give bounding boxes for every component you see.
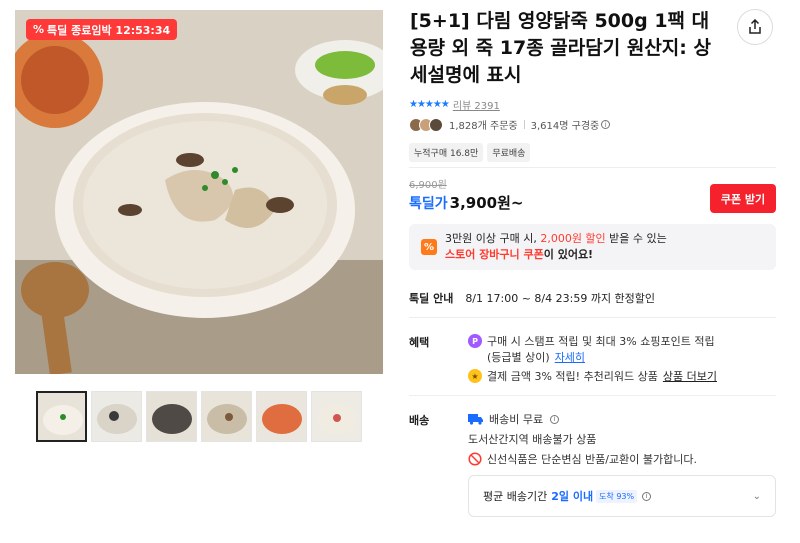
product-title: [5+1] 다림 영양닭죽 500g 1팩 대용량 외 죽 17종 골라담기 원… xyxy=(410,10,711,86)
divider xyxy=(409,395,776,396)
original-price: 6,900원 xyxy=(409,180,447,191)
benefit-grade-line: (등급별 상이) 자세히 xyxy=(487,349,586,365)
divider xyxy=(409,167,776,168)
product-chips: 누적구매 16.8만 무료배송 xyxy=(409,143,531,162)
delivery-rate-chip: 도착 93% xyxy=(596,489,638,503)
deal-timer-text: 특딜 종료임박 12:53:34 xyxy=(47,23,171,37)
deal-info-row: 톡딜 안내 8/1 17:00 ~ 8/4 23:59 까지 한정할인 xyxy=(409,290,655,306)
thumbnail-porridge-chicken[interactable] xyxy=(36,391,87,442)
store-coupon-banner[interactable]: % 3만원 이상 구매 시, 2,000원 할인 받을 수 있는 스토어 장바구… xyxy=(409,224,776,270)
more-products-link[interactable]: 상품 더보기 xyxy=(663,368,717,384)
share-button[interactable] xyxy=(737,9,773,45)
coupon-button[interactable]: 쿠폰 받기 xyxy=(710,184,776,213)
average-delivery-dropdown[interactable]: 평균 배송기간 2일 이내 도착 93% i ⌄ xyxy=(468,475,776,517)
chip-cumulative-purchases: 누적구매 16.8만 xyxy=(409,143,484,162)
chip-free-shipping: 무료배송 xyxy=(487,143,531,162)
order-count: 1,828개 주문중 xyxy=(449,121,518,132)
divider xyxy=(409,317,776,318)
thumbnail-porridge-abalone[interactable] xyxy=(311,391,362,442)
buyers-row: 1,828개 주문중 3,614명 구경중 i xyxy=(409,117,611,132)
benefits-label: 혜택 xyxy=(409,336,430,349)
divider xyxy=(523,120,525,129)
rating-row: ★★★★★ 리뷰 2391 xyxy=(409,97,500,112)
main-product-image[interactable]: % 특딜 종료임박 12:53:34 xyxy=(15,10,383,374)
shipping-label: 배송 xyxy=(409,414,430,427)
truck-icon xyxy=(468,414,483,425)
porridge-photo xyxy=(15,10,383,374)
prohibited-icon xyxy=(468,452,482,466)
deal-info-label: 톡딜 안내 xyxy=(409,292,454,305)
percent-icon: % xyxy=(33,23,45,36)
free-shipping-line: 배송비 무료 i xyxy=(468,411,560,427)
avatar xyxy=(429,117,443,132)
percent-icon: % xyxy=(421,239,437,255)
review-link[interactable]: 리뷰 2391 xyxy=(453,97,500,112)
sale-price-row: 톡딜가 3,900원~ xyxy=(409,192,523,213)
average-delivery-value: 2일 이내 xyxy=(551,490,594,503)
rating-stars: ★★★★★ xyxy=(409,99,450,110)
reward-icon: ★ xyxy=(468,369,482,383)
deal-timer-badge: % 특딜 종료임박 12:53:34 xyxy=(26,19,178,40)
thumbnail-porridge-black-rice[interactable] xyxy=(91,391,142,442)
thumbnail-porridge-kimchi[interactable] xyxy=(256,391,307,442)
benefit-reward-line: ★ 결제 금액 3% 적립! 추천리워드 상품 상품 더보기 xyxy=(468,368,717,384)
shipping-restriction-line: 도서산간지역 배송불가 상품 xyxy=(468,433,597,446)
details-link[interactable]: 자세히 xyxy=(555,349,585,365)
thumbnail-porridge-black-sesame[interactable] xyxy=(146,391,197,442)
promo-text: 3만원 이상 구매 시, 2,000원 할인 받을 수 있는 스토어 장바구니 … xyxy=(445,232,667,261)
fresh-food-warning-line: 신선식품은 단순변심 반품/교환이 불가합니다. xyxy=(468,451,697,467)
thumbnail-porridge-mushroom[interactable] xyxy=(201,391,252,442)
sale-price-label: 톡딜가 xyxy=(409,196,448,212)
viewer-count: 3,614명 구경중 xyxy=(530,121,600,132)
buyer-avatars xyxy=(409,117,443,132)
chevron-down-icon: ⌄ xyxy=(752,490,761,502)
sale-price-value: 3,900원~ xyxy=(449,194,524,212)
point-icon: P xyxy=(468,334,482,348)
deal-info-value: 8/1 17:00 ~ 8/4 23:59 까지 한정할인 xyxy=(465,292,656,305)
info-icon[interactable]: i xyxy=(642,491,652,501)
benefit-stamp-line: P 구매 시 스탬프 적립 및 최대 3% 쇼핑포인트 적립 xyxy=(468,333,715,349)
share-icon xyxy=(749,19,761,34)
thumbnail-strip xyxy=(36,391,362,442)
info-icon[interactable]: i xyxy=(601,120,611,129)
info-icon[interactable]: i xyxy=(550,414,560,424)
